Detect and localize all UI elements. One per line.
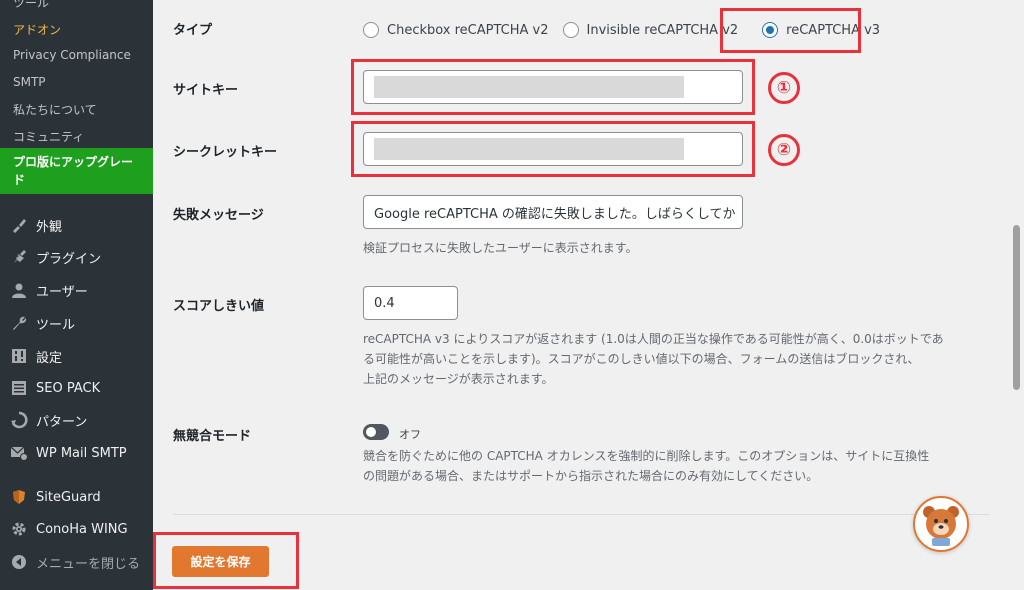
submenu-item-tools[interactable]: ツール: [13, 0, 49, 11]
menu-item-tools[interactable]: ツール: [0, 308, 153, 338]
section-divider: [173, 514, 989, 515]
addon-submenu: ツール アドオン Privacy Compliance SMTP 私たちについて…: [0, 0, 153, 200]
annotation-frame-secret-key: [351, 121, 755, 177]
radio-checkbox-v2[interactable]: Checkbox reCAPTCHA v2: [363, 22, 549, 38]
fail-message-input[interactable]: Google reCAPTCHA の確認に失敗しました。しばらくしてか: [363, 195, 743, 229]
user-icon: [9, 280, 29, 300]
upgrade-to-pro-link[interactable]: プロ版にアップグレード: [0, 148, 153, 194]
fail-message-label: 失敗メッセージ: [173, 208, 264, 223]
annotation-number-1: ①: [768, 72, 800, 104]
menu-item-siteguard[interactable]: SiteGuard: [0, 482, 153, 512]
bear-mascot-help-icon[interactable]: [913, 496, 969, 552]
menu-label: ユーザー: [36, 284, 88, 300]
menu-label: プラグイン: [36, 251, 102, 267]
toggle-knob: [366, 427, 376, 437]
annotation-number-2: ②: [768, 134, 800, 166]
no-conflict-toggle[interactable]: [363, 424, 389, 440]
annotation-frame-v3: [720, 8, 861, 53]
shield-icon: [9, 487, 29, 507]
submenu-item-addons[interactable]: アドオン: [13, 21, 61, 38]
score-threshold-input[interactable]: 0.4: [363, 286, 458, 320]
menu-label: ツール: [36, 317, 76, 333]
patterns-icon: [9, 410, 29, 430]
menu-label: SEO PACK: [36, 380, 101, 396]
menu-label: WP Mail SMTP: [36, 445, 127, 461]
score-description-line-2: る可能性が高いことを示します)。スコアがこのしきい値以下の場合、フォームの送信は…: [363, 352, 920, 366]
menu-label: 外観: [36, 219, 63, 235]
annotation-frame-site-key: [351, 59, 755, 115]
menu-item-patterns[interactable]: パターン: [0, 405, 153, 435]
submenu-item-privacy-compliance[interactable]: Privacy Compliance: [13, 48, 131, 62]
mail-icon: [9, 443, 29, 463]
plugin-icon: [9, 247, 29, 267]
annotation-frame-save: [153, 532, 299, 589]
list-icon: [9, 378, 29, 398]
menu-item-seo-pack[interactable]: SEO PACK: [0, 373, 153, 403]
menu-item-conoha-wing[interactable]: ConoHa WING: [0, 514, 153, 544]
radio-button[interactable]: [562, 22, 579, 38]
site-key-label: サイトキー: [173, 83, 239, 98]
paintbrush-icon: [9, 215, 29, 235]
wrench-icon: [9, 313, 29, 333]
collapse-icon: [9, 552, 29, 572]
score-description-line-3: 上記のメッセージが表示されます。: [363, 372, 554, 386]
radio-button[interactable]: [363, 22, 379, 38]
scrollbar-thumb[interactable]: [1013, 225, 1020, 390]
secret-key-label: シークレットキー: [173, 145, 278, 160]
type-label: タイプ: [173, 23, 213, 38]
menu-item-appearance[interactable]: 外観: [0, 210, 153, 240]
submenu-item-community[interactable]: コミュニティ: [13, 128, 84, 145]
admin-sidebar: ツール アドオン Privacy Compliance SMTP 私たちについて…: [0, 0, 153, 590]
no-conflict-state: オフ: [399, 428, 421, 441]
no-conflict-description-line-2: の問題がある場合、またはサポートから指示された場合にのみ有効にしてください。: [363, 469, 819, 483]
menu-item-users[interactable]: ユーザー: [0, 275, 153, 305]
upgrade-label: プロ版にアップグレード: [13, 155, 134, 187]
submenu-item-about-us[interactable]: 私たちについて: [13, 101, 97, 118]
menu-label: ConoHa WING: [36, 521, 128, 537]
menu-label: 設定: [36, 350, 63, 366]
collapse-menu-button[interactable]: メニューを閉じる: [0, 547, 153, 577]
radio-label: Invisible reCAPTCHA v2: [586, 22, 739, 38]
settings-icon: [9, 346, 29, 366]
menu-label: パターン: [36, 414, 88, 430]
submenu-item-smtp[interactable]: SMTP: [13, 75, 46, 89]
score-threshold-label: スコアしきい値: [173, 299, 265, 314]
no-conflict-description-line-1: 競合を防ぐために他の CAPTCHA オカレンスを強制的に削除します。このオプシ…: [363, 449, 930, 463]
menu-item-plugins[interactable]: プラグイン: [0, 242, 153, 272]
menu-label: メニューを閉じる: [36, 556, 141, 572]
menu-item-settings[interactable]: 設定: [0, 341, 153, 371]
menu-label: SiteGuard: [36, 489, 101, 505]
fail-message-description: 検証プロセスに失敗したユーザーに表示されます。: [363, 241, 638, 255]
menu-item-wp-mail-smtp[interactable]: WP Mail SMTP: [0, 438, 153, 468]
no-conflict-label: 無競合モード: [173, 429, 252, 444]
score-description-line-1: reCAPTCHA v3 によりスコアが返されます (1.0は人間の正当な操作で…: [363, 332, 944, 346]
radio-invisible-v2[interactable]: Invisible reCAPTCHA v2: [562, 22, 739, 38]
gear-icon: [9, 519, 29, 539]
radio-label: Checkbox reCAPTCHA v2: [387, 22, 549, 38]
